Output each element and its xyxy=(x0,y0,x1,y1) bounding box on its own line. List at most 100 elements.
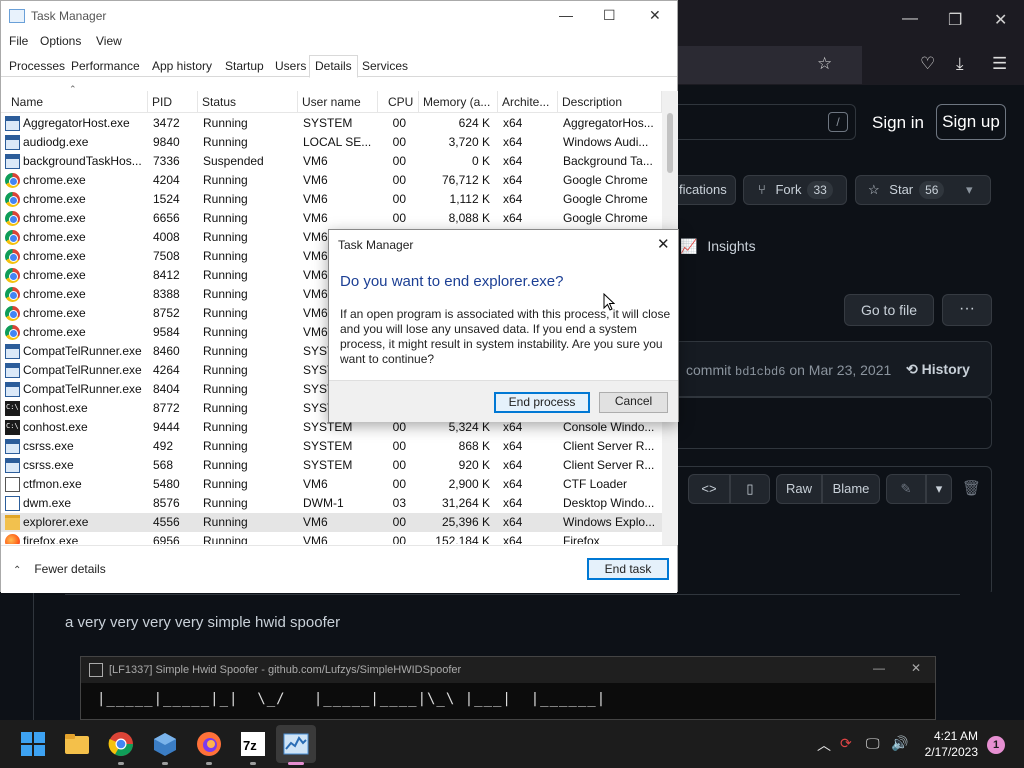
cell-pid: 4008 xyxy=(153,230,180,244)
blame-button[interactable]: Blame xyxy=(822,474,880,504)
tab-services[interactable]: Services xyxy=(357,57,413,77)
star-button[interactable]: ☆ Star 56 ▾ xyxy=(855,175,991,205)
table-row[interactable]: chrome.exe 1524 Running VM6 00 1,112 K x64 Goog… xyxy=(1,190,662,209)
cell-status: Running xyxy=(203,116,248,130)
tab-users[interactable]: Users xyxy=(270,57,311,77)
table-row[interactable]: csrss.exe 492 Running SYSTEM 00 868 K x64 Clien… xyxy=(1,437,662,456)
file-explorer-button[interactable] xyxy=(64,731,90,757)
cell-mem: 152,184 K xyxy=(435,534,490,544)
column-pid[interactable]: PID xyxy=(148,91,198,113)
chevron-down-icon[interactable]: ▾ xyxy=(966,176,973,204)
dialog-close-button[interactable]: ✕ xyxy=(657,235,670,253)
cell-arch: x64 xyxy=(503,116,523,130)
file-view-button[interactable]: ▯ xyxy=(730,474,770,504)
running-indicator xyxy=(206,762,212,765)
star-icon[interactable]: ☆ xyxy=(817,54,832,74)
cancel-button[interactable]: Cancel xyxy=(599,392,668,413)
minimize-button[interactable]: — xyxy=(559,7,573,23)
table-row[interactable]: backgroundTaskHos... 7336 Suspended VM6 00 0 … xyxy=(1,152,662,171)
virtualbox-button[interactable] xyxy=(152,731,178,757)
sign-up-button[interactable]: Sign up xyxy=(936,104,1006,140)
sync-icon[interactable]: ⟳ xyxy=(840,735,852,752)
search-shortcut-badge: / xyxy=(828,112,848,132)
end-process-button[interactable]: End process xyxy=(494,392,590,413)
cell-pid: 6956 xyxy=(153,534,180,544)
volume-icon[interactable]: 🔊 xyxy=(891,735,908,752)
cell-pid: 492 xyxy=(153,439,174,453)
more-options-button[interactable]: ··· xyxy=(942,294,992,326)
column-cpu[interactable]: CPU xyxy=(378,91,419,113)
table-row[interactable]: AggregatorHost.exe 3472 Running SYSTEM 00 624… xyxy=(1,114,662,133)
edit-button[interactable]: ✎ xyxy=(886,474,926,504)
tab-processes[interactable]: Processes xyxy=(4,57,70,77)
tab-details[interactable]: Details xyxy=(309,55,358,78)
table-row[interactable]: chrome.exe 4204 Running VM6 00 76,712 K x64 Goo… xyxy=(1,171,662,190)
tab-performance[interactable]: Performance xyxy=(66,57,145,77)
chevron-up-icon[interactable]: ︿ xyxy=(817,735,831,755)
tab-strip: Processes Performance App history Startu… xyxy=(1,55,677,78)
column-memory[interactable]: Memory (a... xyxy=(419,91,498,113)
table-row[interactable]: firefox.exe 6956 Running VM6 00 152,184 K x64 F… xyxy=(1,532,662,544)
star-label: Star xyxy=(889,182,914,197)
network-icon[interactable]: 🖵 xyxy=(866,735,880,752)
fork-button[interactable]: ⑂ Fork 33 xyxy=(743,175,847,205)
svg-text:7z: 7z xyxy=(243,738,257,753)
title-bar[interactable]: Task Manager — ☐ ✕ xyxy=(1,1,677,31)
url-bar[interactable] xyxy=(678,46,862,84)
browser-close-button[interactable]: ✕ xyxy=(994,10,1007,30)
tab-startup[interactable]: Startup xyxy=(220,57,269,77)
scrollbar-thumb[interactable] xyxy=(667,113,673,173)
column-description[interactable]: Description xyxy=(558,91,662,113)
console-ascii-art: |_____|_____|_| \_/ |_____|____|\_\ |___… xyxy=(97,691,607,707)
menu-icon[interactable]: ☰ xyxy=(992,54,1007,74)
menu-file[interactable]: File xyxy=(9,34,28,48)
7zip-button[interactable]: 7z xyxy=(240,731,266,757)
column-status[interactable]: Status xyxy=(198,91,298,113)
running-indicator xyxy=(118,762,124,765)
fewer-details-button[interactable]: ⌃ Fewer details xyxy=(13,562,106,576)
maximize-button[interactable]: ☐ xyxy=(603,7,616,24)
tab-app-history[interactable]: App history xyxy=(147,57,217,77)
download-icon[interactable]: ⤓ xyxy=(956,54,964,74)
table-row[interactable]: chrome.exe 6656 Running VM6 00 8,088 K x64 Goog… xyxy=(1,209,662,228)
browser-minimize-button[interactable]: — xyxy=(902,10,918,28)
tab-insights[interactable]: 📈 Insights xyxy=(680,238,756,255)
start-button[interactable] xyxy=(20,731,46,757)
cell-pid: 568 xyxy=(153,458,174,472)
chrome-button[interactable] xyxy=(108,731,134,757)
cell-mem: 2,900 K xyxy=(448,477,490,491)
table-row[interactable]: csrss.exe 568 Running SYSTEM 00 920 K x64 Clien… xyxy=(1,456,662,475)
cell-desc: Client Server R... xyxy=(563,439,655,453)
raw-button[interactable]: Raw xyxy=(776,474,822,504)
firefox-button[interactable] xyxy=(196,731,222,757)
chevron-up-icon: ⌃ xyxy=(13,565,22,576)
notification-badge[interactable]: 1 xyxy=(987,736,1005,754)
commit-sha[interactable]: bd1cbd6 xyxy=(735,365,785,379)
cell-arch: x64 xyxy=(503,154,523,168)
pocket-icon[interactable]: ♡ xyxy=(920,54,935,74)
column-user-name[interactable]: User name xyxy=(298,91,378,113)
console-app-icon xyxy=(89,663,103,677)
menu-view[interactable]: View xyxy=(96,34,122,48)
clock[interactable]: 4:21 AM 2/17/2023 xyxy=(918,728,978,760)
close-button[interactable]: ✕ xyxy=(649,7,661,24)
history-link[interactable]: ⟲ History xyxy=(906,361,970,378)
cell-name: CompatTelRunner.exe xyxy=(23,344,142,358)
cell-status: Running xyxy=(203,363,248,377)
table-row[interactable]: dwm.exe 8576 Running DWM-1 03 31,264 K x64 Desk… xyxy=(1,494,662,513)
end-task-button[interactable]: End task xyxy=(587,558,669,580)
browser-maximize-button[interactable]: ❐ xyxy=(948,10,962,30)
footer: ⌃ Fewer details End task xyxy=(1,545,677,593)
sign-in-link[interactable]: Sign in xyxy=(872,113,924,133)
code-view-button[interactable]: <> xyxy=(688,474,730,504)
trash-icon[interactable]: 🗑 xyxy=(962,479,981,497)
task-manager-button[interactable] xyxy=(276,725,316,763)
column-architecture[interactable]: Archite... xyxy=(498,91,558,113)
edit-dropdown-button[interactable]: ▾ xyxy=(926,474,952,504)
dialog-message: If an open program is associated with th… xyxy=(340,307,671,366)
table-row[interactable]: audiodg.exe 9840 Running LOCAL SE... 00 3,720… xyxy=(1,133,662,152)
table-row[interactable]: ctfmon.exe 5480 Running VM6 00 2,900 K x64 CTF … xyxy=(1,475,662,494)
go-to-file-button[interactable]: Go to file xyxy=(844,294,934,326)
menu-options[interactable]: Options xyxy=(40,34,81,48)
table-row[interactable]: explorer.exe 4556 Running VM6 00 25,396 K x64 W… xyxy=(1,513,662,532)
